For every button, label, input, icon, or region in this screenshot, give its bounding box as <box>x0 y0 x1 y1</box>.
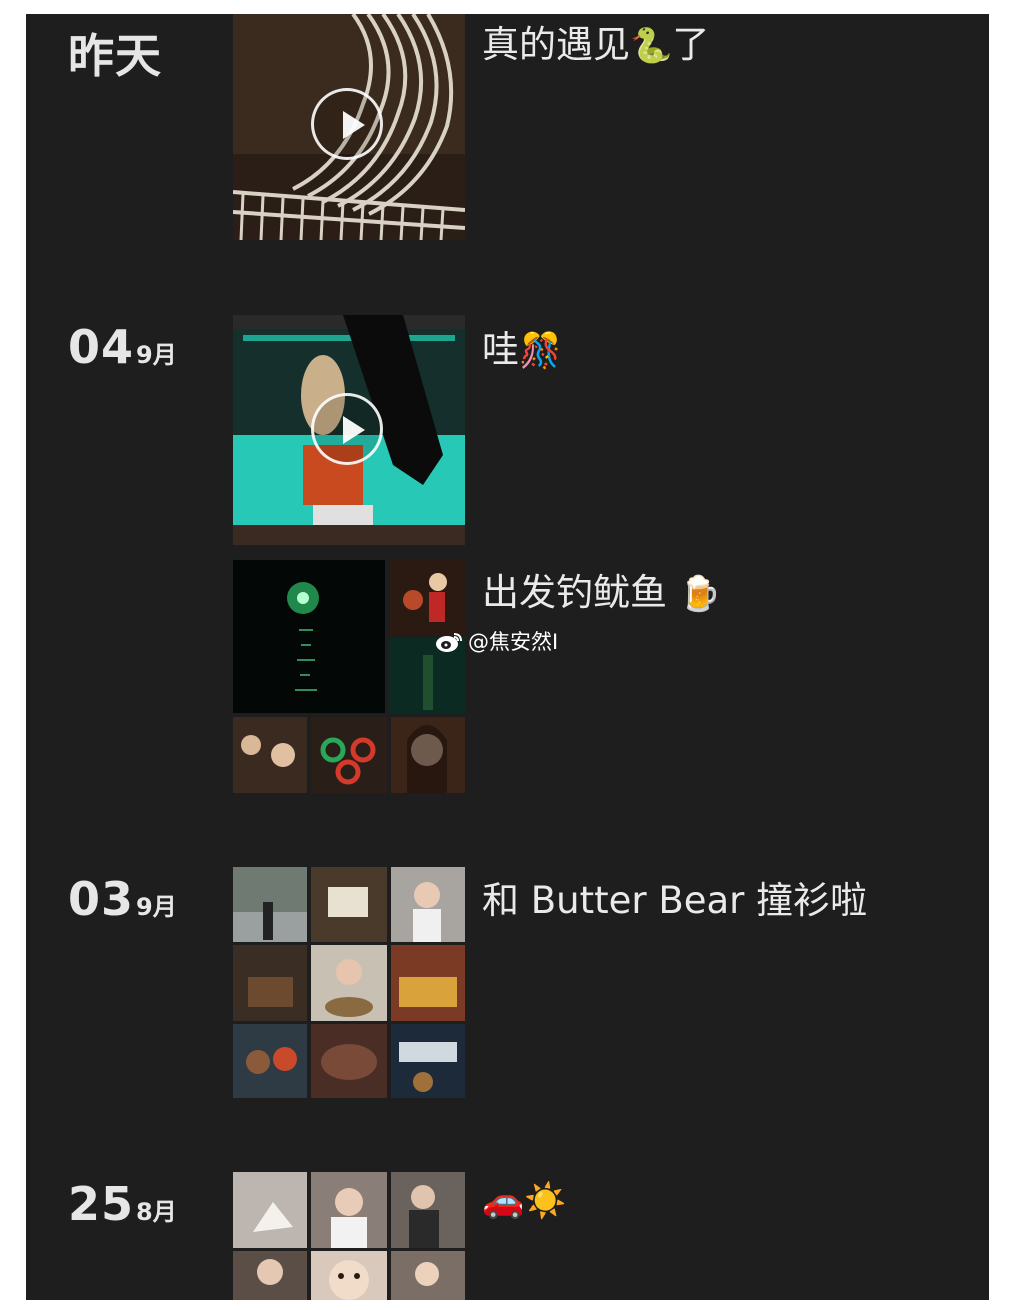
date-label-0309: 039月 <box>68 872 177 926</box>
post-caption: 出发钓鱿鱼 🍺 <box>482 562 721 616</box>
date-month: 9月 <box>136 893 177 921</box>
date-label-yesterday: 昨天 <box>68 20 162 86</box>
caption-text: 真的遇见 <box>482 23 630 66</box>
post-caption: 哇🎊 <box>482 319 561 373</box>
date-day: 昨天 <box>68 29 162 83</box>
video-thumbnail[interactable] <box>233 315 465 545</box>
play-icon[interactable] <box>311 393 383 465</box>
photo-grid <box>233 867 465 1098</box>
watermark-text: @焦安然I <box>468 630 559 654</box>
post-caption: 🚗☀️ <box>482 1178 567 1221</box>
date-month: 9月 <box>136 341 177 369</box>
caption-text: 出发钓鱿鱼 <box>482 571 667 614</box>
photo-grid-images <box>233 867 465 1098</box>
date-label-0409: 049月 <box>68 320 177 374</box>
video-thumbnail[interactable] <box>233 14 465 240</box>
play-icon[interactable] <box>311 88 383 160</box>
photo-grid-images <box>233 1172 465 1300</box>
date-month: 8月 <box>136 1198 177 1226</box>
weibo-logo-icon <box>436 633 462 652</box>
post-caption: 真的遇见🐍了 <box>482 14 709 68</box>
beer-emoji: 🍺 <box>678 574 722 614</box>
moments-timeline: 昨天 真的遇见🐍了 049月 哇🎊 出发钓鱿鱼 🍺 @焦安然I 039月 和 B… <box>26 14 989 1300</box>
photo-grid-images <box>233 560 465 793</box>
date-day: 25 <box>68 1177 135 1231</box>
photo-grid <box>233 1172 465 1300</box>
photo-grid <box>233 560 465 793</box>
date-day: 03 <box>68 872 135 926</box>
car-sun-emoji: 🚗☀️ <box>482 1181 567 1221</box>
weibo-watermark: @焦安然I <box>434 626 558 656</box>
post-caption: 和 Butter Bear 撞衫啦 <box>482 879 868 922</box>
date-day: 04 <box>68 320 135 374</box>
caption-tail: 了 <box>672 23 710 66</box>
caption-text: 哇 <box>482 328 519 371</box>
confetti-emoji: 🎊 <box>519 331 562 371</box>
date-label-2508: 258月 <box>68 1177 177 1231</box>
snake-emoji: 🐍 <box>630 26 673 66</box>
